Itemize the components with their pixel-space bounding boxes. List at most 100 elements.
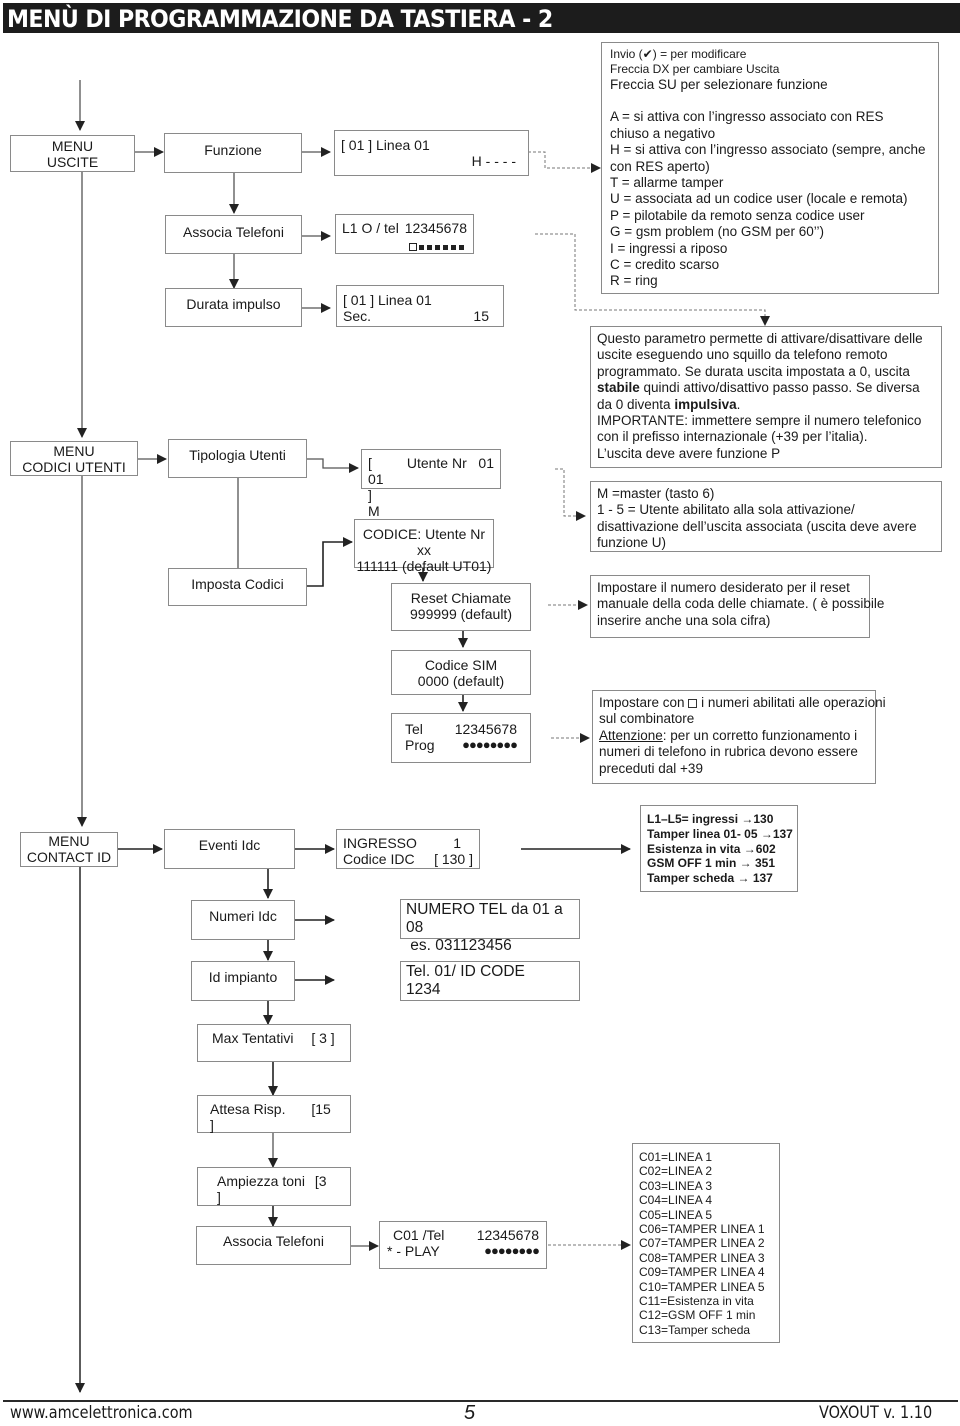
note-line: C = credito scarso [610,257,720,273]
note-line: preceduti dal +39 [599,760,703,776]
menu-label: MENU [53,443,95,459]
contact-numeri-idc[interactable]: Numeri Idc [191,900,295,940]
title-bar: MENÙ DI PROGRAMMAZIONE DA TASTIERA - 2 [3,3,960,33]
note-channels: C01=LINEA 1 C02=LINEA 2 C03=LINEA 3 C04=… [632,1143,780,1343]
lcd-left: [ 01 ] [368,455,384,503]
text: da 0 diventa [597,396,675,412]
menu-codici-utenti[interactable]: MENU CODICI UTENTI [10,441,138,476]
contact-max-tentativi[interactable]: Max Tentativi [ 3 ] [197,1024,351,1062]
lcd-number: 12345678 [404,220,467,236]
note-line: T = allarme tamper [610,175,724,191]
codici-codice-sim[interactable]: Codice SIM 0000 (default) [391,650,531,695]
lcd-left: INGRESSO [343,835,417,851]
note-line: da 0 diventa impulsiva. [597,397,935,413]
menu-label: MENU [51,138,94,154]
codici-reset-chiamate[interactable]: Reset Chiamate 999999 (default) [391,583,531,631]
slot-filled-icon[interactable] [427,244,432,250]
text: i numeri abilitati alle operazioni [697,695,886,710]
lcd-line: 999999 (default) [410,606,512,622]
lcd-left: Codice IDC [343,851,415,867]
note-line: stabile quindi attivo/disattivo passo pa… [597,380,935,396]
note-line: C07=TAMPER LINEA 2 [639,1236,765,1251]
lcd-left: Sec. [343,308,372,324]
note-line: U = associata ad un codice user (locale … [610,191,908,207]
note-line: Tamper linea 01- 05 →137 [647,826,793,841]
item-label: Id impianto [208,969,278,985]
prog-dots: ●●●●●●●● [484,1243,540,1258]
lcd-ingresso: INGRESSO 1 Codice IDC [ 130 ] [336,829,480,869]
note-line [610,93,930,109]
text: Impostare con [599,695,685,710]
item-label: Funzione [204,142,262,158]
text: quindi attivo/disattivo passo passo. Se … [639,380,920,396]
note-line: G = gsm problem (no GSM per 60’’) [610,224,824,240]
uscite-associa-telefoni[interactable]: Associa Telefoni [165,215,302,254]
contact-id-impianto[interactable]: Id impianto [191,961,295,1001]
contact-ampiezza-toni[interactable]: Ampiezza toni [3 ] [197,1167,351,1206]
slot-empty-icon[interactable] [409,243,417,252]
slot-filled-icon[interactable] [443,244,448,250]
contact-eventi-idc[interactable]: Eventi Idc [164,829,295,869]
lcd-left: C01 /Tel [393,1227,445,1243]
note-master: M =master (tasto 6) 1 - 5 = Utente abili… [590,481,942,552]
note-line: A = si attiva con l’ingresso associato c… [610,109,884,125]
note-line: programmato. Se durata uscita impostata … [597,363,910,379]
output-slots [342,236,467,254]
note-line: funzione U) [597,535,667,551]
lcd-line: M [368,503,380,519]
note-line: Freccia SU per selezionare funzione [610,76,828,92]
lcd-line: Reset Chiamate [410,590,512,606]
slot-filled-icon[interactable] [419,244,424,250]
note-line: C13=Tamper scheda [639,1322,751,1337]
note-line: chiuso a negativo [610,125,716,141]
menu-contact-id[interactable]: MENU CONTACT ID [20,832,118,867]
lcd-id-code: Tel. 01/ ID CODE 1234 [400,961,580,1001]
lcd-durata: [ 01 ] Linea 01 Sec. 15 [336,285,504,327]
uscite-funzione[interactable]: Funzione [164,133,302,173]
slot-filled-icon[interactable] [451,244,456,250]
note-line: Impostare con i numeri abilitati alle op… [599,695,886,711]
page-number: 5 [464,1402,476,1424]
note-line: P = pilotabile da remoto senza codice us… [610,207,865,223]
lcd-line: 0000 (default) [417,673,505,689]
lcd-tel-prog: Tel 12345678 Prog ●●●●●●●● [391,713,531,763]
note-reset: Impostare il numero desiderato per il re… [590,575,884,638]
note-line: disattivazione dell’uscita associata (us… [597,518,917,534]
note-line: H = si attiva con l’ingresso associato (… [610,142,926,158]
item-value: [ 3 ] [311,1030,335,1046]
note-line: C04=LINEA 4 [639,1193,713,1208]
note-line: GSM OFF 1 min → 351 [647,856,776,871]
lcd-line: NUMERO TEL da 01 a 08 [406,901,563,936]
item-label: Imposta Codici [191,576,284,592]
note-line: uscite eseguendo uno squillo da telefono… [597,347,888,363]
lcd-left: * - PLAY [387,1243,440,1259]
note-line: IMPORTANTE: immettere sempre il numero t… [597,413,922,429]
lcd-left: Tel [405,721,423,737]
slot-filled-icon[interactable] [459,244,464,250]
item-label: Tipologia Utenti [189,447,286,463]
note-line: R = ring [610,273,658,289]
product-version: VOXOUT v. 1.10 [818,1403,932,1423]
slot-filled-icon[interactable] [435,244,440,250]
note-line: Tamper scheda → 137 [647,871,773,886]
prog-dots: ●●●●●●●● [462,737,518,752]
codici-imposta[interactable]: Imposta Codici [168,568,307,606]
footer-website[interactable]: www.amcelettronica.com [10,1403,193,1423]
menu-uscite[interactable]: MENU USCITE [10,135,135,172]
lcd-line: CODICE: Utente Nr xx [362,526,486,558]
text: : per un corretto funzionamento i [662,727,858,743]
contact-attesa-risp[interactable]: Attesa Risp. [15 ] [197,1095,351,1133]
lcd-utente: [ 01 ] Utente Nr 01 M [361,449,501,519]
note-line: C02=LINEA 2 [639,1164,713,1179]
page-title: MENÙ DI PROGRAMMAZIONE DA TASTIERA - 2 [7,5,553,33]
item-label: Attesa Risp. [210,1101,286,1117]
contact-associa-telefoni[interactable]: Associa Telefoni [196,1226,351,1265]
lcd-line: [ 01 ] Linea 01 [341,137,430,153]
lcd-telefoni: L1 O / tel 12345678 [335,214,474,254]
checkbox-square-icon [688,698,698,708]
uscite-durata-impulso[interactable]: Durata impulso [165,288,302,327]
lcd-value: 15 [473,308,489,324]
menu-label: CODICI UTENTI [22,459,126,475]
codici-tipologia-utenti[interactable]: Tipologia Utenti [168,439,307,478]
note-line: C01=LINEA 1 [639,1150,713,1164]
